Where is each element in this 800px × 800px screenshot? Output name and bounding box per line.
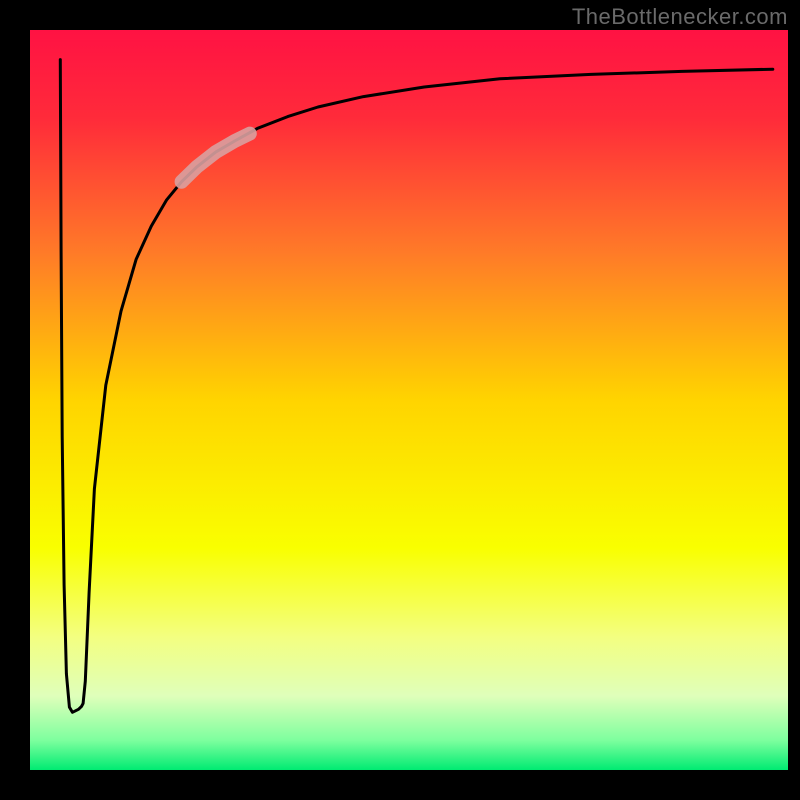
border-bottom [0, 770, 800, 800]
bottleneck-chart [0, 0, 800, 800]
watermark-text: TheBottlenecker.com [572, 4, 788, 30]
border-left [0, 0, 30, 800]
chart-stage: TheBottlenecker.com [0, 0, 800, 800]
border-right [788, 0, 800, 800]
plot-background [30, 30, 788, 770]
